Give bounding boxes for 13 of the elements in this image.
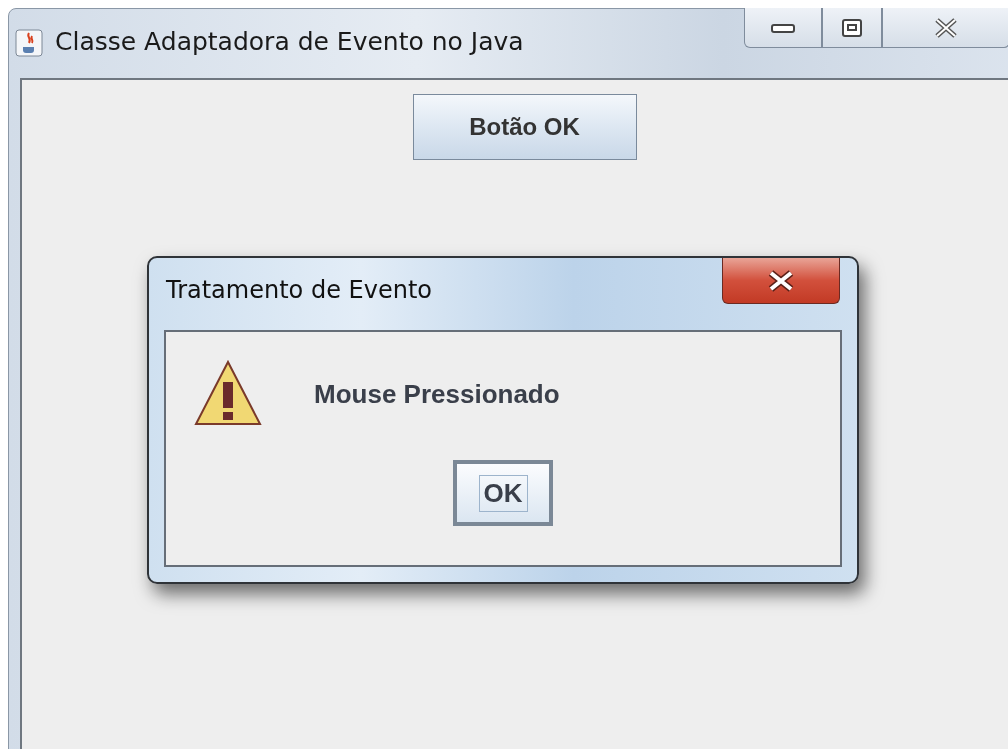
dialog-title: Tratamento de Evento xyxy=(166,276,432,304)
ok-button[interactable]: OK xyxy=(453,460,553,526)
maximize-button[interactable] xyxy=(822,8,882,48)
maximize-icon xyxy=(841,17,863,38)
close-icon xyxy=(934,17,958,38)
close-button[interactable] xyxy=(722,258,840,304)
dialog-message: Mouse Pressionado xyxy=(314,378,560,410)
ok-button[interactable]: Botão OK xyxy=(412,94,637,160)
minimize-icon xyxy=(771,21,795,34)
java-cup-icon xyxy=(15,29,43,57)
minimize-button[interactable] xyxy=(744,8,822,48)
close-icon xyxy=(766,269,796,292)
window-title: Classe Adaptadora de Evento no Java xyxy=(55,27,524,56)
